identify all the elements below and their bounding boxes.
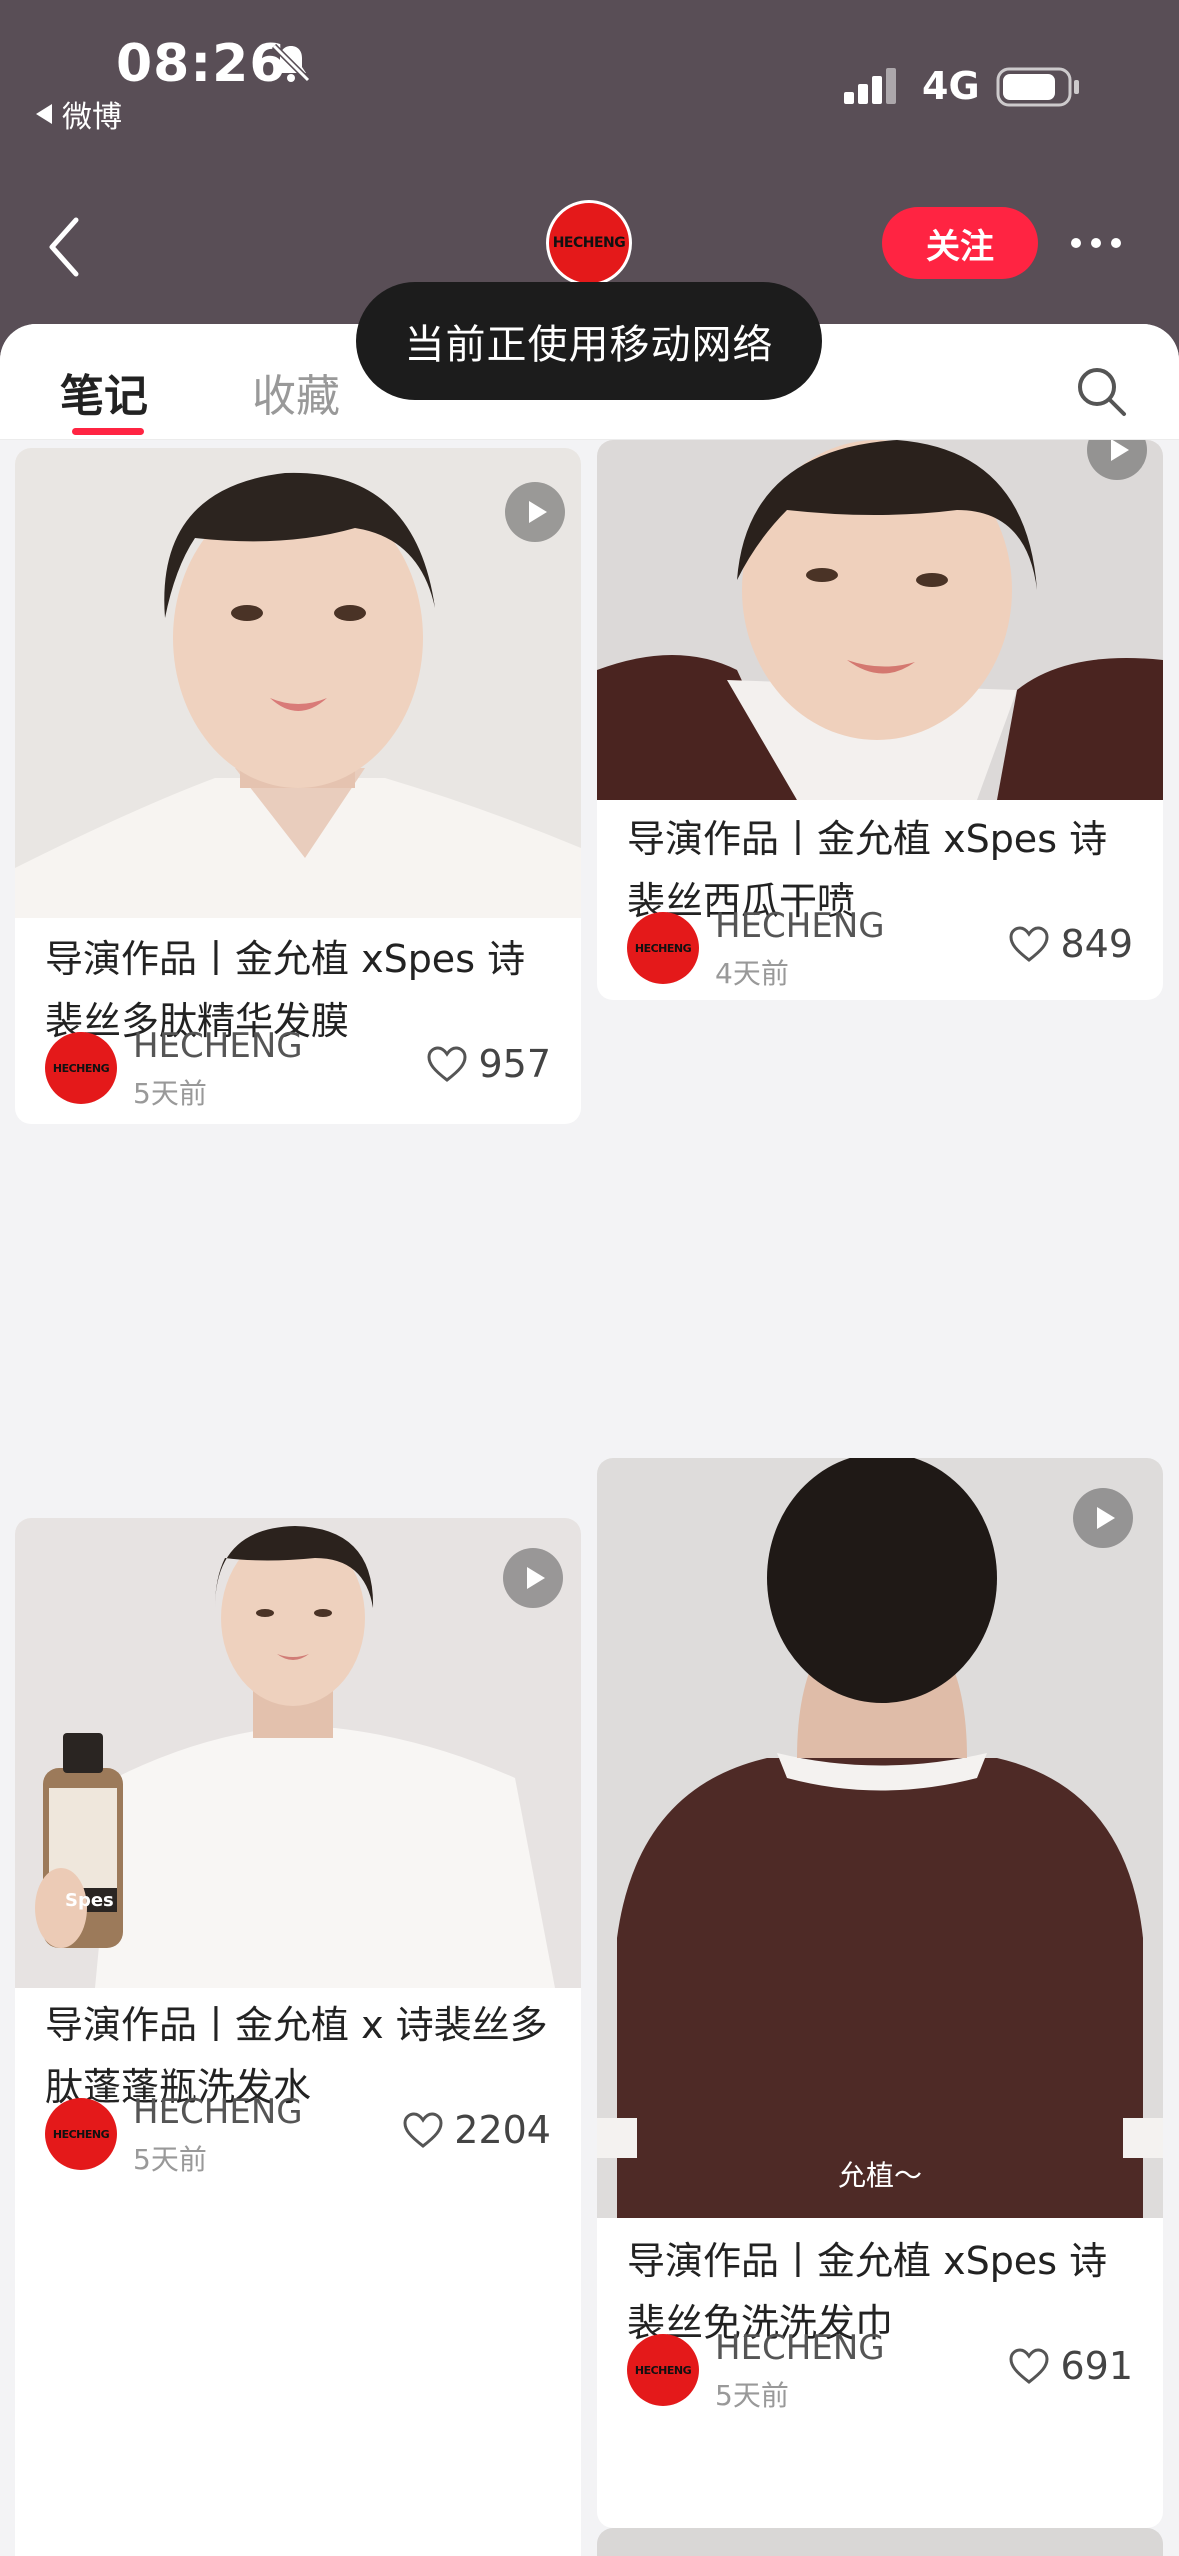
- brand-avatar[interactable]: HECHENG: [546, 200, 632, 286]
- author-avatar[interactable]: HECHENG: [627, 2334, 699, 2406]
- tab-notes[interactable]: 笔记: [60, 360, 148, 424]
- heart-icon: [1009, 2348, 1049, 2384]
- like-button[interactable]: 957: [426, 1042, 551, 1086]
- note-card[interactable]: [597, 2528, 1163, 2556]
- author-avatar[interactable]: HECHENG: [45, 1032, 117, 1104]
- author-avatar[interactable]: HECHENG: [627, 912, 699, 984]
- more-icon[interactable]: [1066, 232, 1126, 254]
- author-name[interactable]: HECHENG: [715, 906, 885, 946]
- back-triangle-icon: [36, 104, 52, 124]
- note-card[interactable]: Spes 导演作品丨金允植 x 诗裴丝多肽蓬蓬瓶洗发水 HECHENG HECH…: [15, 1518, 581, 2556]
- note-meta: HECHENG HECHENG 5天前 691: [627, 2328, 1133, 2414]
- battery-icon: [996, 67, 1079, 107]
- network-type: 4G: [922, 64, 980, 108]
- back-app-label: 微博: [62, 100, 122, 135]
- note-cover-image: [597, 440, 1163, 800]
- note-date: 4天前: [715, 957, 789, 990]
- note-card[interactable]: 导演作品丨金允植 xSpes 诗裴丝西瓜干喷 HECHENG HECHENG 4…: [597, 440, 1163, 1000]
- like-count: 957: [478, 1042, 551, 1086]
- note-date: 5天前: [133, 2143, 207, 2176]
- tab-collections[interactable]: 收藏: [252, 360, 340, 424]
- note-meta: HECHENG HECHENG 5天前 957: [45, 1026, 551, 1112]
- active-tab-indicator: [72, 428, 144, 435]
- video-play-icon: [505, 482, 565, 542]
- note-meta: HECHENG HECHENG 5天前 2204: [45, 2092, 551, 2178]
- video-play-icon: [503, 1548, 563, 1608]
- like-count: 849: [1060, 922, 1133, 966]
- like-count: 691: [1060, 2344, 1133, 2388]
- search-icon[interactable]: [1074, 364, 1128, 418]
- note-date: 5天前: [715, 2379, 789, 2412]
- bottle-brand-label: Spes: [65, 1890, 114, 1911]
- like-button[interactable]: 849: [1008, 922, 1133, 966]
- bell-muted-icon: [271, 43, 311, 83]
- note-cover-image: [15, 1518, 581, 1988]
- note-meta: HECHENG HECHENG 4天前 849: [627, 906, 1133, 992]
- follow-button[interactable]: 关注: [882, 207, 1038, 279]
- like-count: 2204: [454, 2108, 551, 2152]
- video-play-icon: [1073, 1488, 1133, 1548]
- back-to-app[interactable]: 微博: [36, 92, 122, 136]
- video-caption: 允植～: [837, 2159, 922, 2192]
- signal-icon: [844, 68, 896, 104]
- status-time: 08:26: [116, 34, 287, 94]
- heart-icon: [1009, 926, 1049, 962]
- like-button[interactable]: 691: [1008, 2344, 1133, 2388]
- note-cover-image: [15, 448, 581, 918]
- like-button[interactable]: 2204: [402, 2108, 551, 2152]
- back-icon[interactable]: [44, 214, 84, 280]
- heart-icon: [427, 1046, 467, 1082]
- heart-icon: [403, 2112, 443, 2148]
- author-avatar[interactable]: HECHENG: [45, 2098, 117, 2170]
- note-card[interactable]: 导演作品丨金允植 xSpes 诗裴丝多肽精华发膜 HECHENG HECHENG…: [15, 448, 581, 1124]
- author-name[interactable]: HECHENG: [715, 2328, 885, 2368]
- note-cover-image: [597, 1458, 1163, 2218]
- network-toast: 当前正使用移动网络: [356, 282, 822, 400]
- author-name[interactable]: HECHENG: [133, 2092, 303, 2132]
- author-name[interactable]: HECHENG: [133, 1026, 303, 1066]
- content-sheet: 笔记 收藏 导演作品丨金允植 xSpes 诗裴丝多肽精华发膜 HECHENG H…: [0, 324, 1179, 2556]
- note-card[interactable]: 允植～ 导演作品丨金允植 xSpes 诗裴丝免洗洗发巾 HECHENG HECH…: [597, 1458, 1163, 2528]
- note-date: 5天前: [133, 1077, 207, 1110]
